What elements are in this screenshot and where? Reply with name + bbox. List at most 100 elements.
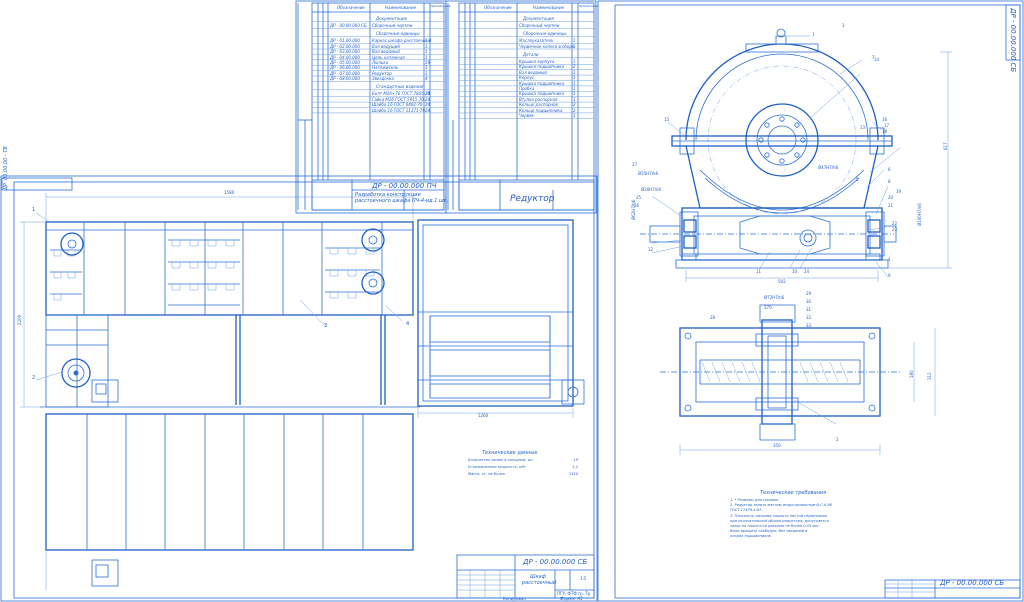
reducer-callout-8: 8	[888, 179, 891, 184]
spec-row-qty: 4	[425, 76, 428, 82]
reducer-callout-6: 6	[888, 167, 891, 172]
spec-row-code: ДР - 02.00.000	[330, 43, 360, 49]
left-stamp-title: Шкаф расстоечный	[522, 574, 557, 586]
spec-row-qty: 1	[425, 43, 428, 49]
reducer-callout-18: 18	[882, 129, 888, 134]
spec-row-name: Маслоуказатель	[519, 38, 554, 44]
cabinet-front-view	[40, 221, 420, 408]
spec-row-qty: 1	[425, 38, 428, 44]
spec-section-heading: Стандартные изделия	[376, 84, 424, 90]
reducer-callout-5: 5	[856, 177, 859, 182]
cabinet-plan-view	[45, 413, 414, 590]
spec-row-qty: 24	[425, 102, 431, 108]
spec2-header-note: Примечание	[579, 4, 599, 8]
spec-row-name: Редуктор	[372, 70, 392, 76]
spec-row-code: ДР - 03.00.000	[330, 49, 360, 55]
left-callout-3: 3	[324, 323, 328, 329]
reducer-plan-view	[660, 304, 936, 455]
spec-row-name: Гайка М16 ГОСТ 5915-70	[372, 96, 424, 102]
tech-row-value: 1320	[568, 472, 578, 476]
spec-row-name: Кольцо подшипника	[519, 107, 563, 113]
spec-row-qty: 24	[425, 96, 431, 102]
spec-row-qty: 19	[425, 59, 431, 65]
reducer-callout-31: 31	[806, 307, 812, 312]
spec-row-qty: 2	[573, 64, 576, 70]
right-tech-title: Технические требования	[760, 490, 827, 496]
spec-row-code: ДР - 05.00.000	[330, 59, 360, 65]
reducer-callout-25: 25	[636, 195, 642, 200]
spec-row-name: Шайба 16 ГОСТ 11371-78	[372, 107, 426, 113]
spec-row-qty: 1	[573, 96, 576, 102]
spec1-title: Разработка конструкции расстоечного шкаф…	[355, 192, 449, 204]
spec-row-name: Цепь натяжная	[372, 54, 405, 60]
left-stamp-scale: 1:5	[580, 576, 587, 581]
spec2-title: Редуктор	[510, 194, 555, 204]
spec-row-qty: 1	[573, 113, 576, 118]
spec-row-code: ДР - 06.00.000	[330, 65, 360, 71]
reducer-dimension-label: Ø47H7/h6	[818, 165, 839, 170]
spec-section-heading: Документация	[523, 15, 554, 21]
reducer-elevation	[640, 28, 952, 282]
left-dim-side: 1260	[478, 413, 489, 418]
spec-row-name: Втулка распорная	[519, 96, 558, 102]
spec-row-qty: 1	[573, 43, 576, 49]
left-sheet-top-code: ДР. 00.00.00 - ТВ	[3, 146, 9, 190]
reducer-callout-1: 1	[812, 32, 815, 37]
spec-row-name: Шайба 16 ГОСТ 6402-70	[372, 102, 423, 108]
left-stamp-code: ДР - 00.00.000 СБ	[523, 558, 588, 566]
spec-row-name: Вал ведущий	[372, 43, 400, 49]
spec-row-qty: 1	[425, 65, 428, 71]
tech-requirement-line: опорах подшипников.	[730, 534, 772, 539]
reducer-callout-3: 3	[842, 23, 845, 28]
reducer-callout-23: 23	[892, 227, 898, 232]
reducer-callout-24: 24	[804, 269, 810, 274]
spec-row-name: Корпус	[519, 75, 535, 81]
spec-row-name: Пробка	[519, 86, 535, 91]
drawing-canvas	[0, 0, 1024, 602]
spec-row-name: Люлька	[372, 59, 389, 65]
reducer-callout-17: 17	[884, 123, 890, 128]
reducer-dimension-label: Ø35H7/k6	[638, 171, 658, 176]
reducer-dimension-label: Ø100H7/n6	[917, 203, 922, 226]
spec1-header-code: Обозначение	[337, 5, 365, 10]
spec-row-qty: 1	[425, 49, 428, 55]
reducer-callout-13: 13	[860, 125, 866, 130]
left-dim-height: 2200	[17, 314, 22, 325]
spec-row-qty: 24	[425, 91, 431, 97]
reducer-callout-27: 27	[632, 162, 638, 167]
reducer-callout-11: 11	[756, 269, 762, 274]
tech-row-label: Масса, кг, не более	[468, 472, 505, 476]
reducer-dimension-label: 180	[909, 370, 914, 378]
left-footer-copied: Копировал	[503, 596, 526, 601]
left-leaders	[35, 212, 403, 381]
spec-row-qty: 1	[425, 54, 428, 60]
spec-section-heading: Документация	[376, 15, 407, 21]
reducer-callout-2: 2	[836, 437, 839, 442]
spec-row-name: Крышка подшипника	[519, 64, 565, 70]
spec-row-qty: 1	[425, 70, 428, 76]
spec-row-qty: 1	[573, 91, 576, 97]
left-sheet-frame	[0, 175, 598, 602]
reducer-callout-9: 9	[888, 273, 891, 278]
spec-row-name: Крышка подшипника	[519, 80, 565, 86]
spec-row-code: ДР - 01.00.000	[330, 38, 360, 44]
right-tech-text: 1. * Размеры для справок. 2. Редуктор зал…	[730, 498, 832, 541]
spec-row-name: Сборочный чертеж	[519, 23, 560, 28]
spec1-code: ДР - 00.00.000 ПЧ	[372, 182, 437, 190]
right-leaders	[651, 35, 901, 425]
reducer-callout-33: 33	[806, 323, 812, 328]
left-dim-width: 1580	[224, 190, 235, 195]
spec2-header-name: Наименование	[533, 5, 565, 10]
spec-row-name: Болт М16×70 ГОСТ 7805-70	[372, 91, 431, 97]
spec-row-name: Крышка подшипника	[519, 91, 565, 97]
reducer-callout-12: 12	[648, 247, 654, 252]
reducer-dimension-label: 350	[773, 443, 781, 448]
reducer-callout-28: 28	[710, 315, 716, 320]
right-side-code: ДР - 00.00.000 СБ	[1009, 8, 1017, 73]
spec-section-heading: Детали	[523, 51, 539, 57]
reducer-callout-4: 4	[888, 257, 891, 262]
left-callout-2: 2	[32, 375, 36, 381]
spec-row-qty: 2	[573, 107, 576, 113]
spec1-header-note: Примечание	[431, 4, 451, 8]
reducer-callout-22: 22	[892, 221, 898, 226]
